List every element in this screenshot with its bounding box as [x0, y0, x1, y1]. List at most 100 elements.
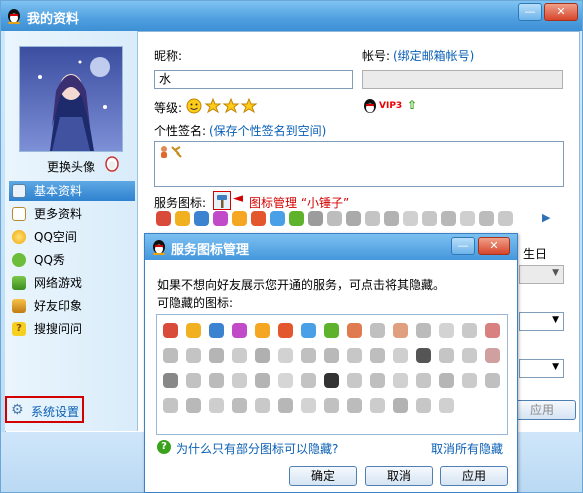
minimize-button[interactable]: — — [518, 3, 542, 21]
grid-icon[interactable] — [232, 398, 247, 413]
grid-icon[interactable] — [209, 398, 224, 413]
signature-input[interactable] — [154, 141, 564, 187]
grid-icon[interactable] — [278, 348, 293, 363]
sidebar-item-qzone[interactable]: QQ空间 — [9, 227, 135, 247]
grid-icon[interactable] — [301, 348, 316, 363]
grid-icon[interactable] — [255, 373, 270, 388]
service-icon[interactable] — [175, 211, 190, 226]
grid-icon[interactable] — [347, 373, 362, 388]
dialog-minimize-button[interactable]: — — [451, 237, 475, 255]
avatar-edit-icon[interactable] — [104, 155, 120, 172]
grid-icon[interactable] — [347, 323, 362, 338]
service-icon[interactable] — [365, 211, 380, 226]
service-icon[interactable] — [479, 211, 494, 226]
partial-dropdown[interactable]: ▼ — [519, 359, 564, 378]
grid-icon[interactable] — [301, 373, 316, 388]
sidebar-item-more-info[interactable]: 更多资料 — [9, 204, 135, 224]
service-icon[interactable] — [156, 211, 171, 226]
grid-icon[interactable] — [324, 323, 339, 338]
grid-icon[interactable] — [324, 348, 339, 363]
service-icon[interactable] — [308, 211, 323, 226]
service-icon[interactable] — [384, 211, 399, 226]
grid-icon[interactable] — [393, 348, 408, 363]
grid-icon[interactable] — [186, 348, 201, 363]
sidebar-item-qqshow[interactable]: QQ秀 — [9, 250, 135, 270]
grid-icon[interactable] — [324, 373, 339, 388]
grid-icon[interactable] — [485, 373, 500, 388]
grid-icon[interactable] — [347, 348, 362, 363]
grid-icon[interactable] — [393, 398, 408, 413]
grid-icon[interactable] — [278, 323, 293, 338]
partial-field[interactable]: ▼ — [519, 265, 564, 284]
system-settings-button[interactable]: ⚙ 系统设置 — [5, 396, 84, 423]
scroll-right-icon[interactable]: ▶ — [542, 211, 550, 224]
service-icon[interactable] — [346, 211, 361, 226]
service-icon[interactable] — [460, 211, 475, 226]
grid-icon[interactable] — [485, 348, 500, 363]
service-icon[interactable] — [498, 211, 513, 226]
service-icon[interactable] — [194, 211, 209, 226]
grid-icon[interactable] — [278, 373, 293, 388]
sidebar-item-soso[interactable]: ? 搜搜问问 — [9, 319, 135, 339]
grid-icon[interactable] — [232, 323, 247, 338]
grid-icon[interactable] — [163, 398, 178, 413]
grid-icon[interactable] — [462, 323, 477, 338]
grid-icon[interactable] — [416, 323, 431, 338]
service-icon[interactable] — [403, 211, 418, 226]
grid-icon[interactable] — [255, 348, 270, 363]
service-icon[interactable] — [251, 211, 266, 226]
grid-icon[interactable] — [186, 323, 201, 338]
service-icon[interactable] — [289, 211, 304, 226]
avatar[interactable] — [19, 46, 123, 152]
dialog-close-button[interactable]: ✕ — [478, 237, 510, 255]
close-button[interactable]: ✕ — [544, 3, 578, 21]
grid-icon[interactable] — [186, 373, 201, 388]
change-avatar-link[interactable]: 更换头像 — [47, 158, 95, 175]
save-signature-link[interactable]: (保存个性签名到空间) — [209, 122, 326, 139]
grid-icon[interactable] — [163, 373, 178, 388]
sidebar-item-basic-info[interactable]: 基本资料 — [9, 181, 135, 201]
grid-icon[interactable] — [278, 398, 293, 413]
service-icon[interactable] — [422, 211, 437, 226]
grid-icon[interactable] — [370, 348, 385, 363]
service-icon[interactable] — [441, 211, 456, 226]
grid-icon[interactable] — [347, 398, 362, 413]
grid-icon[interactable] — [393, 323, 408, 338]
grid-icon[interactable] — [416, 348, 431, 363]
sidebar-item-games[interactable]: 网络游戏 — [9, 273, 135, 293]
grid-icon[interactable] — [439, 323, 454, 338]
grid-icon[interactable] — [209, 348, 224, 363]
service-icon[interactable] — [327, 211, 342, 226]
grid-icon[interactable] — [370, 323, 385, 338]
service-icon[interactable] — [213, 211, 228, 226]
grid-icon[interactable] — [232, 348, 247, 363]
help-link[interactable]: 为什么只有部分图标可以隐藏? — [176, 440, 338, 457]
grid-icon[interactable] — [462, 373, 477, 388]
grid-icon[interactable] — [301, 323, 316, 338]
grid-icon[interactable] — [255, 323, 270, 338]
unhide-all-link[interactable]: 取消所有隐藏 — [431, 440, 503, 457]
service-icon[interactable] — [270, 211, 285, 226]
grid-icon[interactable] — [232, 373, 247, 388]
grid-icon[interactable] — [393, 373, 408, 388]
partial-dropdown[interactable]: ▼ — [519, 312, 564, 331]
apply-button[interactable]: 应用 — [440, 466, 508, 486]
sidebar-item-impression[interactable]: 好友印象 — [9, 296, 135, 316]
grid-icon[interactable] — [439, 348, 454, 363]
grid-icon[interactable] — [370, 398, 385, 413]
bind-email-link[interactable]: (绑定邮箱帐号) — [393, 47, 474, 64]
icon-manager-button[interactable] — [213, 191, 231, 210]
nickname-input[interactable]: 水 — [154, 70, 353, 89]
main-apply-button[interactable]: 应用 — [508, 400, 576, 420]
grid-icon[interactable] — [485, 323, 500, 338]
cancel-button[interactable]: 取消 — [365, 466, 433, 486]
grid-icon[interactable] — [255, 398, 270, 413]
grid-icon[interactable] — [186, 398, 201, 413]
ok-button[interactable]: 确定 — [289, 466, 357, 486]
grid-icon[interactable] — [209, 373, 224, 388]
grid-icon[interactable] — [370, 373, 385, 388]
grid-icon[interactable] — [301, 398, 316, 413]
grid-icon[interactable] — [439, 398, 454, 413]
grid-icon[interactable] — [462, 348, 477, 363]
grid-icon[interactable] — [324, 398, 339, 413]
